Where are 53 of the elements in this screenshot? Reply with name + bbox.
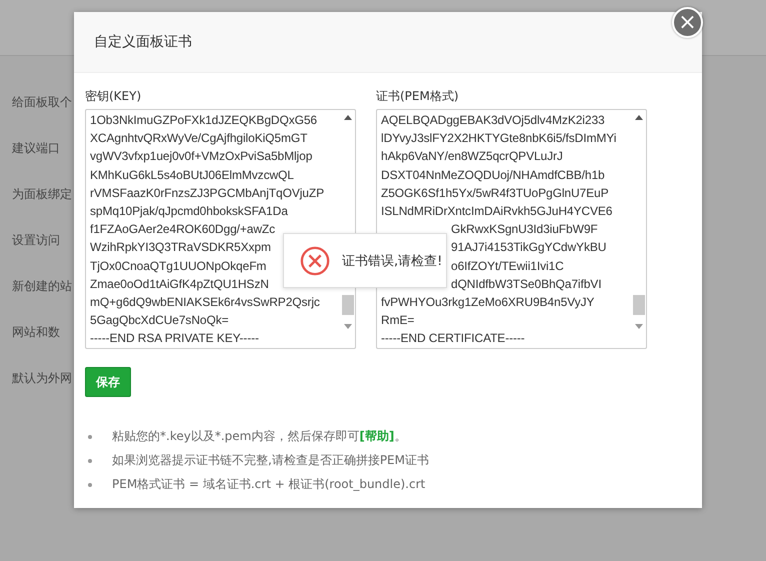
code-line: 1Ob3NkImuGZPoFXk1dJZEQKBgDQxG56 <box>90 112 317 129</box>
help-link[interactable]: [帮助] <box>359 429 394 443</box>
error-icon <box>300 246 330 276</box>
code-line: -----END RSA PRIVATE KEY----- <box>90 330 259 348</box>
code-line: 91AJ7i4153TikGgYCdwYkBU <box>451 239 606 256</box>
code-line: mQ+g6dQ9wbENIAKSEk6r4vsSwRP2Qsrjc <box>90 294 320 312</box>
bullet-icon <box>88 434 92 438</box>
setting-label: 网站和数 <box>12 324 60 341</box>
code-line: spMq10Pjak/qJpcmd0hbokskSFA1Da <box>90 203 288 220</box>
tip-text: PEM格式证书 = 域名证书.crt + 根证书(root_bundle).crt <box>112 476 426 493</box>
code-line: Zmae0oOd1tAiGfK4pZtQU1HSzN <box>90 276 269 293</box>
code-line: vgWV3vfxp1uej0v0f+VMzOxPviSa5bMljop <box>90 148 312 166</box>
code-line: lDYvyJ3slFY2X2HKTYGte8nbK6i5/fsDImMYi <box>381 130 616 148</box>
tip-text: 如果浏览器提示证书链不完整,请检查是否正确拼接PEM证书 <box>112 452 429 469</box>
bullet-icon <box>88 458 92 462</box>
toast-message: 证书错误,请检查! <box>342 252 442 270</box>
code-line: rVMSFaazK0rFnzsZJ3PGCMbAnjTqOVjuZP <box>90 184 324 202</box>
scroll-up-icon[interactable] <box>634 114 642 120</box>
tip-text: 粘贴您的*.key以及*.pem内容，然后保存即可[帮助]。 <box>112 428 406 445</box>
bullet-icon <box>88 482 92 486</box>
code-line: DSXT04NnMeZOQDUoj/NHAmdfCBB/h1b <box>381 166 605 184</box>
code-line: f1FZAoGAer2e4ROK60Dgg/+awZc <box>90 221 276 238</box>
scroll-up-icon[interactable] <box>344 114 352 120</box>
setting-label: 新创建的站 <box>12 278 72 295</box>
code-line: RmE= <box>381 312 414 330</box>
dialog-title: 自定义面板证书 <box>94 33 192 51</box>
code-line: TjOx0CnoaQTg1UUONpOkqeFm <box>90 258 266 275</box>
code-line: -----END CERTIFICATE----- <box>381 330 525 348</box>
scrollbar-thumb[interactable] <box>342 295 354 315</box>
code-line: ISLNdMRiDrXntcImDAiRvkh5GJuH4YCVE6 <box>381 203 612 220</box>
code-line: hAkp6VaNY/en8WZ5qcrQPVLuJrJ <box>381 148 563 166</box>
code-line: fvPWHYOu3rkg1ZeMo6XRU9B4n5VyJY <box>381 294 594 312</box>
code-line: KMhKuG6kL5s4oBUtJ06ElmMvzcwQL <box>90 166 294 184</box>
code-line: Z5OGK6Sf1h5Yx/5wR4f3TUoPgGlnU7EuP <box>381 184 608 202</box>
key-field[interactable] <box>85 109 356 349</box>
code-line: o6IfZOYt/TEwii1Ivi1C <box>451 258 564 275</box>
code-line: WzihRpkYI3Q3TRaVSDKR5Xxpm <box>90 239 271 256</box>
scrollbar-thumb[interactable] <box>632 295 644 315</box>
code-line: AQELBQADggEBAK3dVOj5dlv4MzK2i233 <box>381 112 605 129</box>
scroll-down-icon[interactable] <box>634 324 642 330</box>
field-label: 密钥(KEY) <box>85 88 142 105</box>
save-button[interactable]: 保存 <box>85 367 131 397</box>
code-line: 5GagQbcXdCUe7sNoQk= <box>90 312 229 330</box>
setting-label: 建议端口 <box>12 140 60 157</box>
scroll-down-icon[interactable] <box>344 324 352 330</box>
code-line: XCAgnhtvQRxWyVe/CgAjfhgiloKiQ5mGT <box>90 130 308 148</box>
field-label: 证书(PEM格式) <box>376 88 460 105</box>
setting-label: 给面板取个 <box>12 94 72 111</box>
setting-label: 设置访问 <box>12 232 60 249</box>
setting-label: 默认为外网 <box>12 370 72 387</box>
code-line: dQNIdfbW3TSe0BhQa7ifbVI <box>451 276 602 293</box>
code-line: GkRwxKSgnU3Id3iuFbW9F <box>451 221 598 238</box>
setting-label: 为面板绑定 <box>12 186 72 203</box>
